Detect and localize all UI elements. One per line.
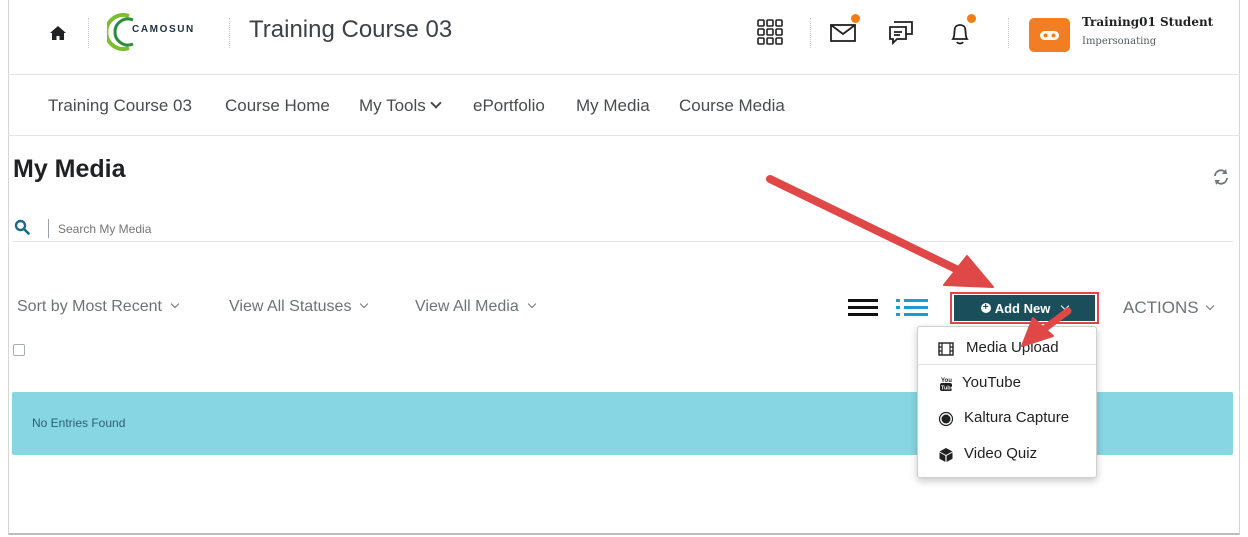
chevron-down-icon (430, 97, 442, 109)
header-divider (810, 18, 812, 48)
header-divider (1008, 18, 1010, 48)
course-title[interactable]: Training Course 03 (249, 16, 452, 44)
chat-icon[interactable] (886, 16, 918, 48)
sort-label: Sort by Most Recent (17, 298, 162, 315)
search-divider (48, 219, 49, 238)
search-icon[interactable] (14, 219, 30, 235)
user-status: Impersonating (1082, 36, 1157, 47)
menu-item-label: Video Quiz (964, 445, 1038, 462)
nav-item-course-media[interactable]: Course Media (679, 96, 785, 116)
header-divider (229, 18, 231, 48)
list-view-icon[interactable] (848, 297, 878, 317)
actions-dropdown[interactable]: ACTIONS (1123, 298, 1214, 318)
menu-item-youtube[interactable]: You Tube YouTube (918, 368, 1096, 400)
select-all-checkbox[interactable] (13, 344, 25, 356)
chevron-down-icon (1061, 301, 1070, 311)
svg-text:Tube: Tube (941, 386, 954, 392)
course-navbar: Training Course 03 Course Home My Tools … (8, 76, 1240, 136)
logo-text: CAMOSUN (132, 24, 195, 35)
nav-item-course-home[interactable]: Course Home (225, 96, 330, 116)
nav-item-my-tools[interactable]: My Tools (359, 96, 442, 116)
menu-item-label: YouTube (962, 374, 1021, 391)
actions-label: ACTIONS (1123, 298, 1199, 317)
menu-divider (918, 364, 1096, 365)
search-input[interactable] (52, 218, 1244, 240)
add-new-label: Add New (994, 301, 1051, 317)
apps-grid-icon[interactable] (754, 16, 786, 48)
add-new-menu: Media Upload You Tube YouTube Kaltura Ca… (917, 326, 1097, 478)
nav-item-course[interactable]: Training Course 03 (48, 96, 192, 116)
status-filter-label: View All Statuses (229, 298, 352, 315)
menu-item-label: Kaltura Capture (964, 409, 1070, 426)
status-filter-dropdown[interactable]: View All Statuses (229, 298, 369, 316)
media-filter-dropdown[interactable]: View All Media (415, 298, 537, 316)
menu-item-media-upload[interactable]: Media Upload (918, 333, 1096, 365)
avatar[interactable] (1029, 18, 1070, 52)
home-icon[interactable] (46, 21, 70, 45)
nav-item-eportfolio[interactable]: ePortfolio (473, 96, 545, 116)
film-icon (938, 342, 954, 356)
header-divider (88, 18, 90, 48)
sort-dropdown[interactable]: Sort by Most Recent (17, 298, 180, 316)
bell-notification-dot (967, 14, 976, 23)
mask-icon (1040, 31, 1059, 40)
nav-item-my-media[interactable]: My Media (576, 96, 650, 116)
record-icon (938, 411, 954, 427)
detailed-list-view-icon[interactable] (896, 297, 928, 317)
chevron-down-icon (1205, 301, 1214, 311)
search-underline (13, 241, 1233, 242)
user-name[interactable]: Training01 Student (1082, 15, 1213, 29)
nav-item-my-tools-label: My Tools (359, 96, 426, 115)
mail-notification-dot (851, 14, 860, 23)
menu-item-label: Media Upload (966, 339, 1059, 356)
chevron-down-icon (527, 299, 537, 309)
menu-item-kaltura-capture[interactable]: Kaltura Capture (918, 403, 1096, 435)
add-new-button[interactable]: + Add New (954, 295, 1095, 321)
youtube-icon: You Tube (940, 378, 954, 392)
plus-circle-icon: + (980, 302, 991, 313)
page-title: My Media (13, 155, 126, 183)
empty-message: No Entries Found (32, 416, 126, 430)
chevron-down-icon (170, 299, 180, 309)
menu-item-video-quiz[interactable]: Video Quiz (918, 439, 1096, 471)
cube-icon (939, 448, 953, 462)
media-filter-label: View All Media (415, 298, 519, 315)
chevron-down-icon (360, 299, 369, 309)
refresh-icon[interactable] (1212, 168, 1230, 186)
